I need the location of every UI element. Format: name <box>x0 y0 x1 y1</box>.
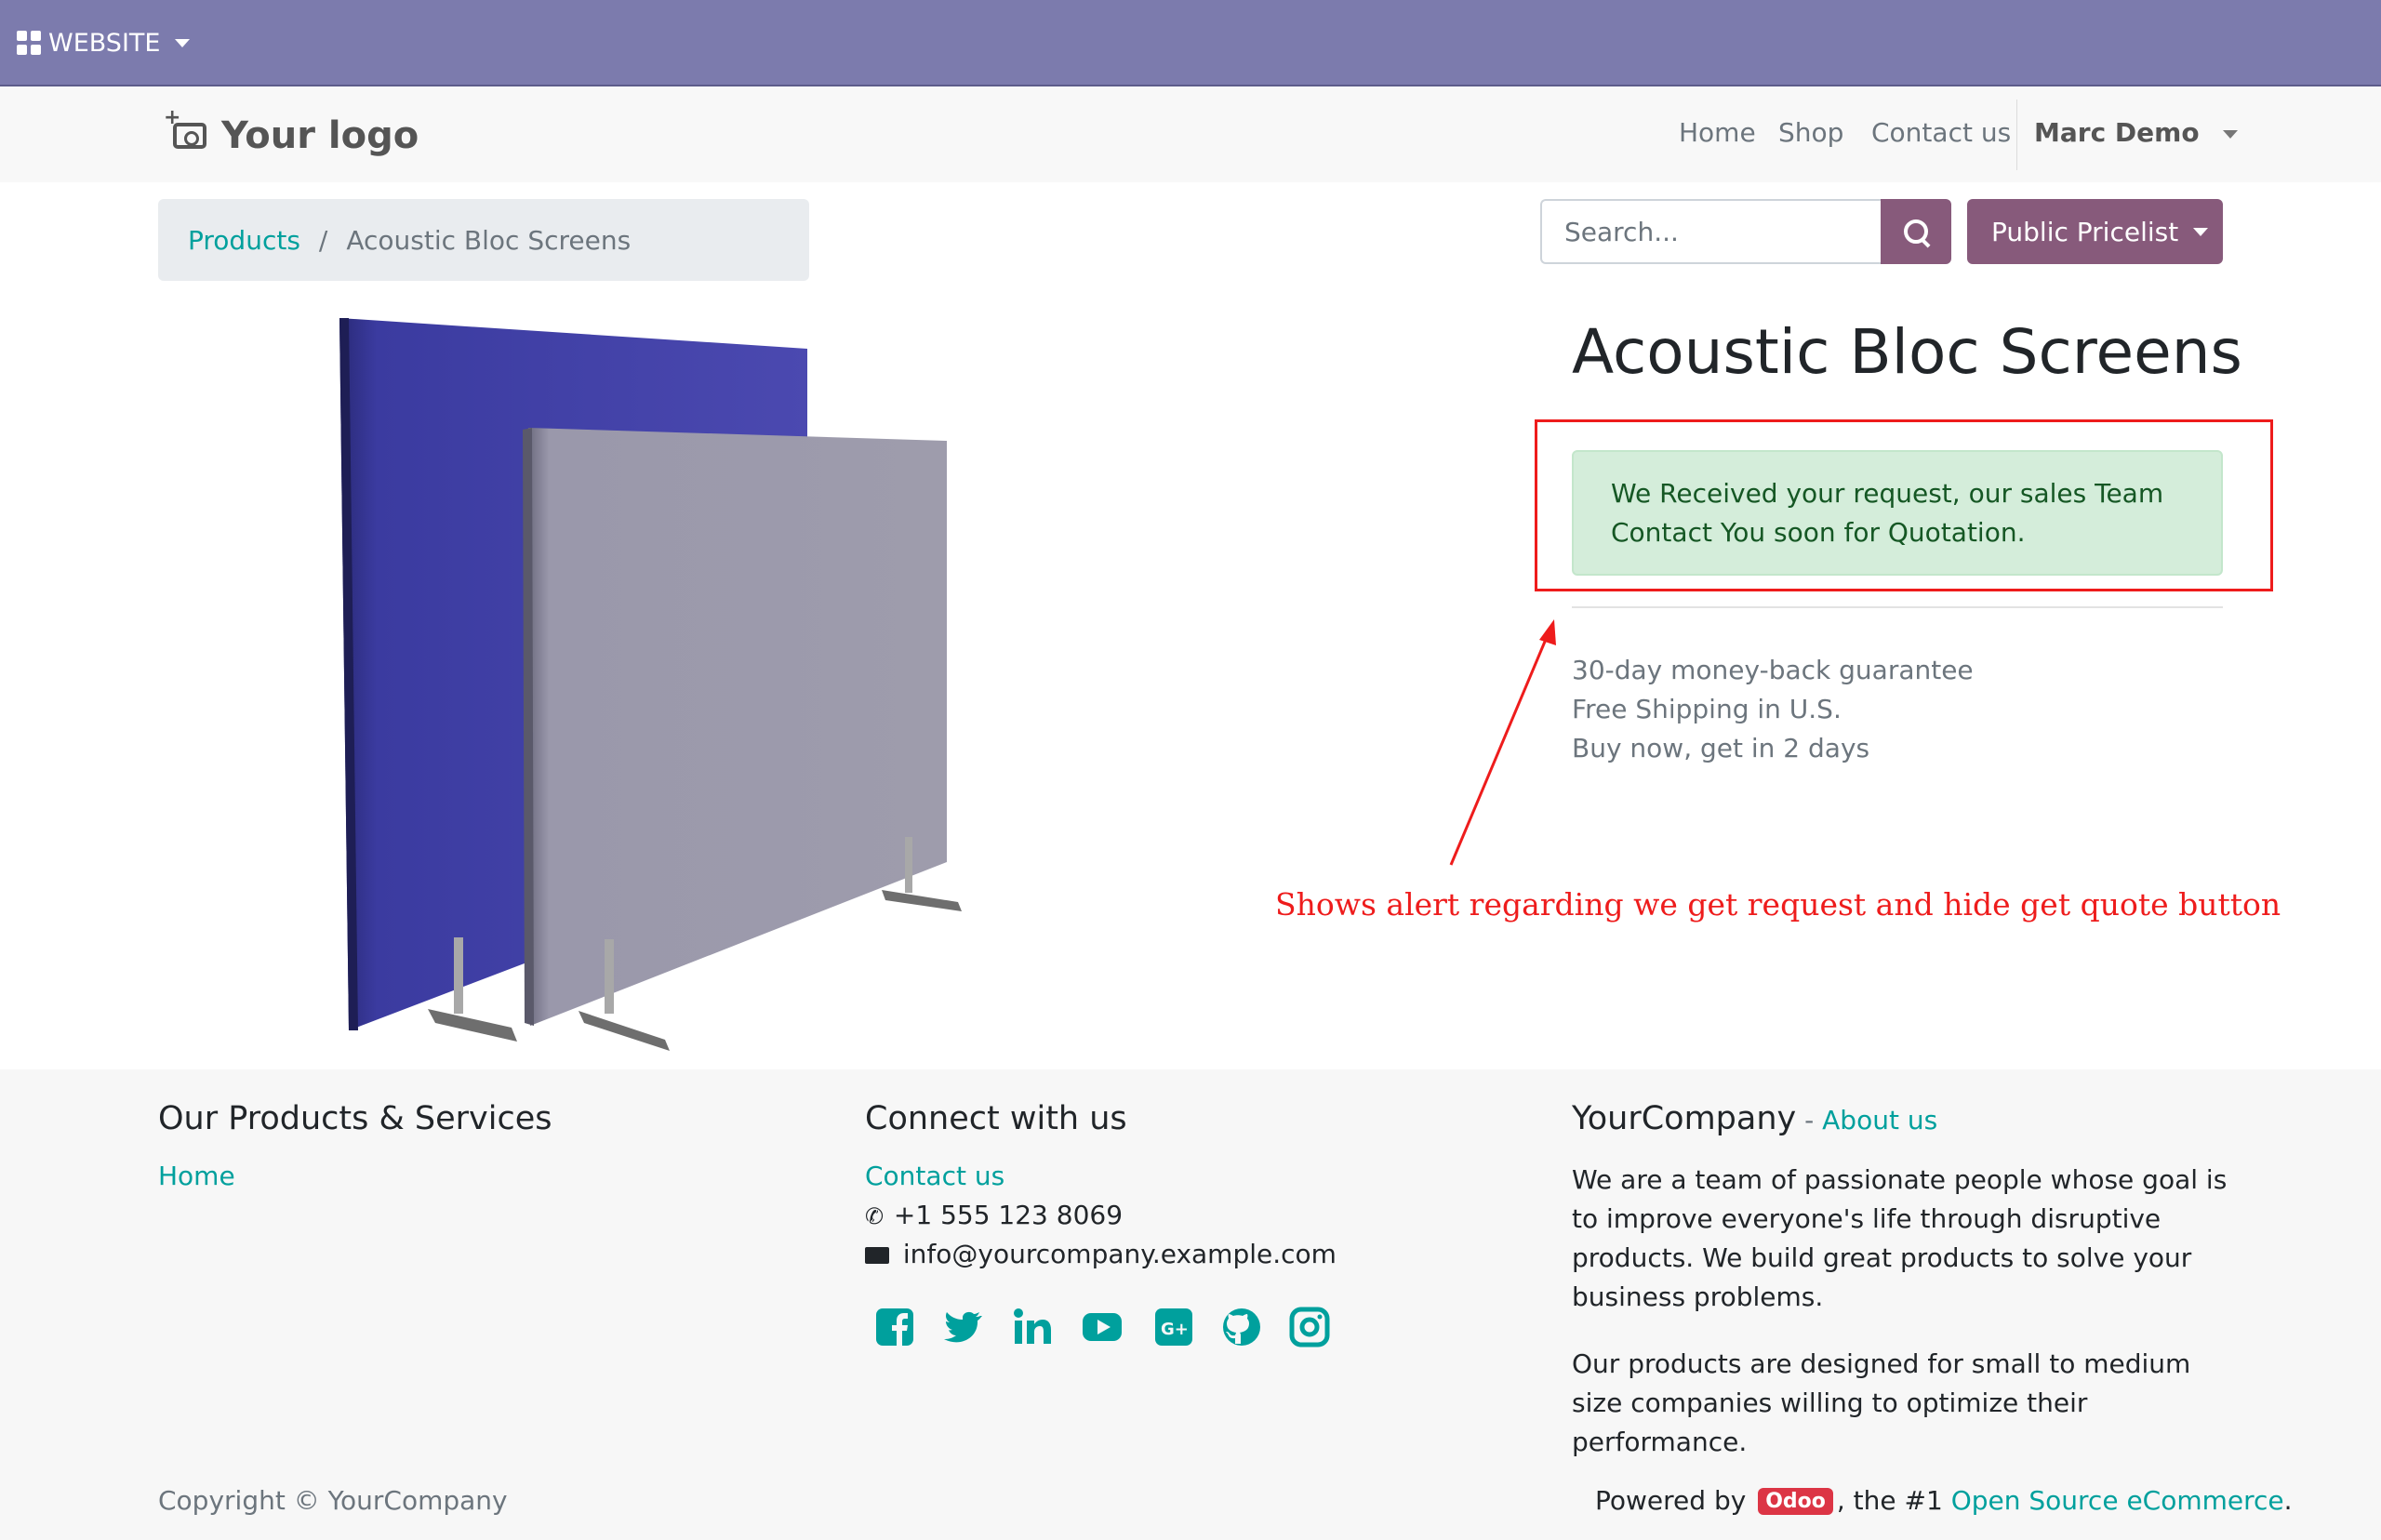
breadcrumb-separator: / <box>318 224 328 256</box>
footer-phone: ✆ +1 555 123 8069 <box>865 1200 1124 1230</box>
company-name: YourCompany <box>1572 1100 1797 1137</box>
benefits-list: 30-day money-back guarantee Free Shippin… <box>1572 651 1974 768</box>
about-us-link[interactable]: About us <box>1822 1105 1937 1135</box>
svg-text:G+: G+ <box>1161 1320 1189 1339</box>
user-menu[interactable]: Marc Demo <box>2034 117 2239 148</box>
linkedin-icon[interactable] <box>1012 1307 1053 1348</box>
website-menu-label: WEBSITE <box>48 28 161 58</box>
odoo-badge[interactable]: Odoo <box>1758 1488 1833 1515</box>
company-description: We are a team of passionate people whose… <box>1572 1164 2228 1312</box>
powered-by: Powered by Odoo, the #1 Open Source eCom… <box>1595 1485 2293 1516</box>
company-description-2: Our products are designed for small to m… <box>1572 1348 2191 1457</box>
search-input[interactable] <box>1540 199 1882 264</box>
apps-grid-icon <box>17 31 41 55</box>
phone-icon: ✆ <box>865 1203 885 1229</box>
user-name: Marc Demo <box>2034 117 2200 148</box>
site-header: Your logo Home Shop Contact us Marc Demo <box>0 86 2381 182</box>
annotation-arrow <box>1449 619 1556 866</box>
instagram-icon[interactable] <box>1289 1307 1330 1348</box>
benefit-item: Buy now, get in 2 days <box>1572 733 1870 763</box>
caret-down-icon <box>175 38 191 47</box>
product-title: Acoustic Bloc Screens <box>1572 316 2242 388</box>
footer-contact-link[interactable]: Contact us <box>865 1161 1004 1191</box>
quote-request-alert: We Received your request, our sales Team… <box>1572 450 2223 576</box>
nav-contact-us[interactable]: Contact us <box>1871 117 2011 148</box>
search-button[interactable] <box>1881 199 1951 264</box>
breadcrumb-current: Acoustic Bloc Screens <box>346 224 632 256</box>
caret-down-icon <box>2223 129 2239 139</box>
footer-connect-heading: Connect with us <box>865 1100 1127 1137</box>
product-image <box>339 318 962 1051</box>
open-source-ecommerce-link[interactable]: Open Source eCommerce <box>1951 1485 2284 1516</box>
google-plus-icon[interactable]: G+ <box>1153 1307 1194 1348</box>
envelope-icon <box>865 1247 889 1264</box>
benefit-item: Free Shipping in U.S. <box>1572 694 1842 724</box>
logo-text: Your logo <box>221 114 419 157</box>
pricelist-dropdown[interactable]: Public Pricelist <box>1967 199 2223 264</box>
benefit-item: 30-day money-back guarantee <box>1572 655 1974 685</box>
facebook-icon[interactable] <box>874 1307 915 1348</box>
twitter-icon[interactable] <box>943 1307 984 1348</box>
footer-company-heading: YourCompany - About us <box>1572 1100 1938 1137</box>
admin-top-bar: WEBSITE <box>0 0 2381 86</box>
copyright-text: Copyright © YourCompany <box>158 1485 508 1516</box>
website-menu-button[interactable]: WEBSITE <box>17 22 191 63</box>
breadcrumb-products-link[interactable]: Products <box>188 225 300 256</box>
camera-icon <box>164 106 206 149</box>
nav-divider <box>2016 100 2017 170</box>
breadcrumb: Products / Acoustic Bloc Screens <box>158 199 809 281</box>
pricelist-label: Public Pricelist <box>1991 216 2179 247</box>
nav-home[interactable]: Home <box>1679 117 1756 148</box>
footer-email: info@yourcompany.example.com <box>865 1239 1337 1269</box>
divider <box>1572 606 2223 608</box>
nav-shop[interactable]: Shop <box>1778 117 1843 148</box>
annotation-text: Shows alert regarding we get request and… <box>1275 886 2281 923</box>
footer-home-link[interactable]: Home <box>158 1161 235 1191</box>
footer-products-heading: Our Products & Services <box>158 1100 552 1137</box>
caret-down-icon <box>2193 227 2209 236</box>
youtube-icon[interactable] <box>1082 1307 1123 1348</box>
site-logo[interactable]: Your logo <box>164 106 419 161</box>
github-icon[interactable] <box>1221 1307 1262 1348</box>
